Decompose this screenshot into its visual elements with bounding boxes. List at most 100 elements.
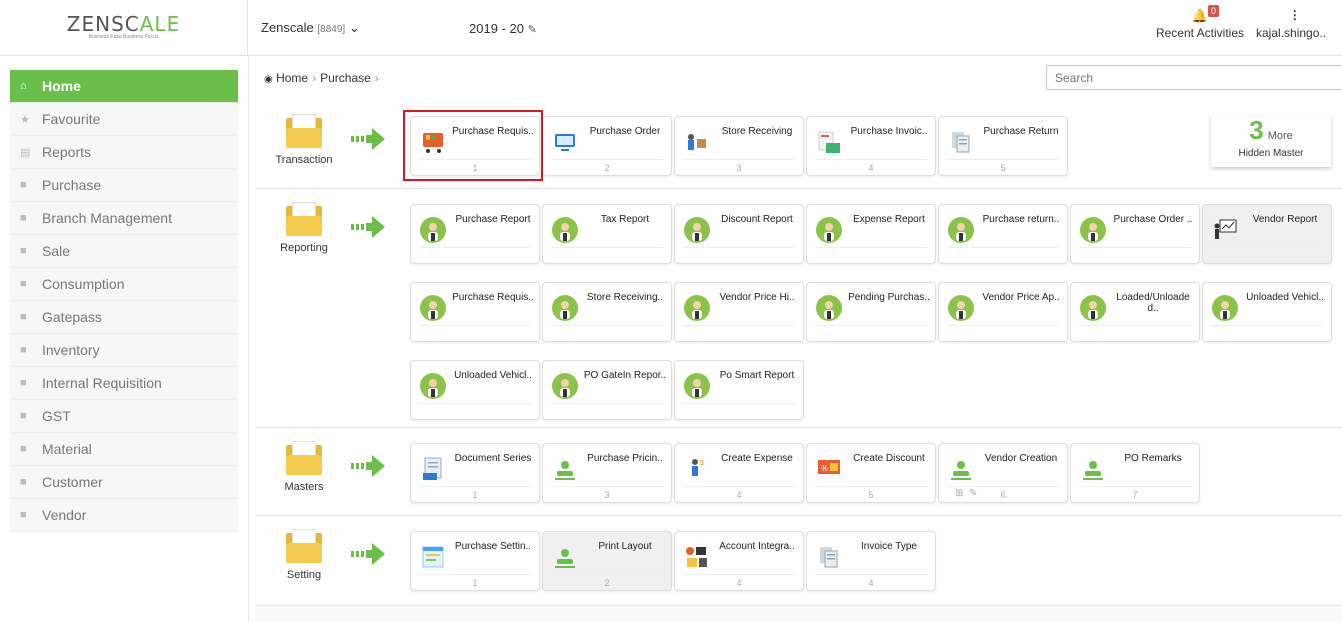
sidebar-item-label: Branch Management [42,210,172,226]
card-label: Vendor Price Ap.. [982,292,1060,303]
user-menu[interactable]: ⋮ kajal.shingo.. [1256,8,1342,40]
hidden-master-button[interactable]: 3 More Hidden Master [1211,115,1331,167]
company-code: [8849] [317,24,346,35]
card-reporting[interactable]: Unloaded Vehicl.. [1202,282,1332,342]
company-selector[interactable]: Zenscale [8849] ⌄ [261,20,360,36]
card-masters[interactable]: Purchase Pricin.. 3 [542,443,672,503]
card-label: Store Receiving.. [586,292,664,303]
expense-icon: $ [684,456,710,482]
sidebar-item-branch-management[interactable]: ■ Branch Management [10,202,238,235]
card-reporting[interactable]: Po Smart Report [674,360,804,420]
sidebar-item-internal-requisition[interactable]: ■ Internal Requisition [10,367,238,400]
card-label: Purchase Settin.. [454,541,532,552]
card-setting[interactable]: Print Layout 2 [542,531,672,591]
brand-logo[interactable]: ZENSCALE Business Ease Business Focus [0,0,248,56]
sidebar-item-customer[interactable]: ■ Customer [10,466,238,499]
avatar-icon [684,217,710,243]
card-label: Discount Report [721,214,793,225]
card-number: 4 [868,163,874,173]
card-reporting[interactable]: Vendor Price Hi.. [674,282,804,342]
financial-year[interactable]: 2019 - 20 ✎ [469,21,537,36]
sidebar-item-home[interactable]: ⌂ Home [10,70,238,103]
sidebar-item-consumption[interactable]: ■ Consumption [10,268,238,301]
sidebar-item-reports[interactable]: ▤ Reports [10,136,238,169]
card-reporting[interactable]: Expense Report [806,204,936,264]
card-divider [1211,247,1323,248]
hidden-master-caption: Hidden Master [1238,148,1304,159]
card-number: 3 [604,490,610,500]
card-reporting[interactable]: Vendor Price Ap.. [938,282,1068,342]
arrow-right-icon [351,216,385,238]
sidebar-item-purchase[interactable]: ■ Purchase [10,169,238,202]
sidebar-item-vendor[interactable]: ■ Vendor [10,499,238,532]
card-reporting[interactable]: Purchase Requis.. [410,282,540,342]
card-reporting[interactable]: Unloaded Vehicl.. [410,360,540,420]
arrow-right-icon [351,455,385,477]
card-masters[interactable]: % Create Discount 5 [806,443,936,503]
card-reporting[interactable]: Vendor Report [1202,204,1332,264]
user-icon [1080,456,1106,482]
dashboard-icon: ◉ [264,74,273,85]
card-number: 7 [1132,490,1138,500]
card-setting[interactable]: Invoice Type 4 [806,531,936,591]
sidebar-item-material[interactable]: ■ Material [10,433,238,466]
avatar-icon [948,217,974,243]
card-label: Vendor Report [1252,214,1318,225]
sidebar-item-label: Customer [42,474,103,490]
card-reporting[interactable]: Tax Report [542,204,672,264]
folder-icon [286,441,322,475]
edit-icon[interactable]: ✎ [969,488,977,499]
card-number: 4 [736,578,742,588]
card-reporting[interactable]: Discount Report [674,204,804,264]
file-icon: ▤ [20,146,31,159]
card-label: Po Smart Report [719,370,795,381]
sidebar-item-label: Material [42,441,92,457]
card-label: Account Integra.. [719,541,795,552]
card-reporting[interactable]: Loaded/Unloade d.. [1070,282,1200,342]
selection-highlight [403,110,543,181]
card-masters[interactable]: PO Remarks 7 [1070,443,1200,503]
card-divider [683,574,795,575]
card-masters[interactable]: $ Create Expense 4 [674,443,804,503]
breadcrumb-separator: › [312,71,317,85]
card-reporting[interactable]: Purchase Report [410,204,540,264]
card-reporting[interactable]: PO GateIn Repor.. [542,360,672,420]
sidebar-item-gst[interactable]: ■ GST [10,400,238,433]
section-title-reporting: Reporting [274,202,334,254]
add-icon[interactable]: ⊞ [955,488,963,499]
avatar-icon [948,295,974,321]
card-transaction[interactable]: Purchase Order 2 [542,116,672,176]
card-reporting[interactable]: Pending Purchas.. [806,282,936,342]
folder-icon: ■ [20,377,27,389]
card-transaction[interactable]: Store Receiving 3 [674,116,804,176]
avatar-icon [552,373,578,399]
sidebar-item-favourite[interactable]: ★ Favourite [10,103,238,136]
card-setting[interactable]: Account Integra.. 4 [674,531,804,591]
sidebar-item-inventory[interactable]: ■ Inventory [10,334,238,367]
breadcrumb-home[interactable]: Home [276,71,308,85]
recent-activities-label: Recent Activities [1155,26,1245,40]
recent-activities-button[interactable]: 🔔 0 Recent Activities [1150,5,1250,40]
card-reporting[interactable]: Purchase Order .. [1070,204,1200,264]
avatar-icon [684,295,710,321]
card-divider [683,325,795,326]
card-reporting[interactable]: Purchase return.. [938,204,1068,264]
card-masters[interactable]: Vendor Creation 6 ⊞ ✎ [938,443,1068,503]
card-masters[interactable]: Document Series 1 [410,443,540,503]
year-label: 2019 - 20 [469,21,524,36]
card-label: Purchase Order .. [1113,214,1193,225]
card-reporting[interactable]: Store Receiving.. [542,282,672,342]
company-name: Zenscale [261,20,314,35]
user-icon [948,456,974,482]
breadcrumb-current[interactable]: Purchase [320,71,371,85]
notification-badge: 0 [1208,5,1220,17]
sidebar-item-gatepass[interactable]: ■ Gatepass [10,301,238,334]
card-transaction[interactable]: Purchase Invoic.. 4 [806,116,936,176]
avatar-icon [1212,295,1238,321]
card-transaction[interactable]: Purchase Return 5 [938,116,1068,176]
card-setting[interactable]: Purchase Settin.. 1 [410,531,540,591]
folder-icon: ■ [20,344,27,356]
sidebar-item-sale[interactable]: ■ Sale [10,235,238,268]
search-input[interactable] [1046,65,1342,90]
avatar-icon [816,295,842,321]
